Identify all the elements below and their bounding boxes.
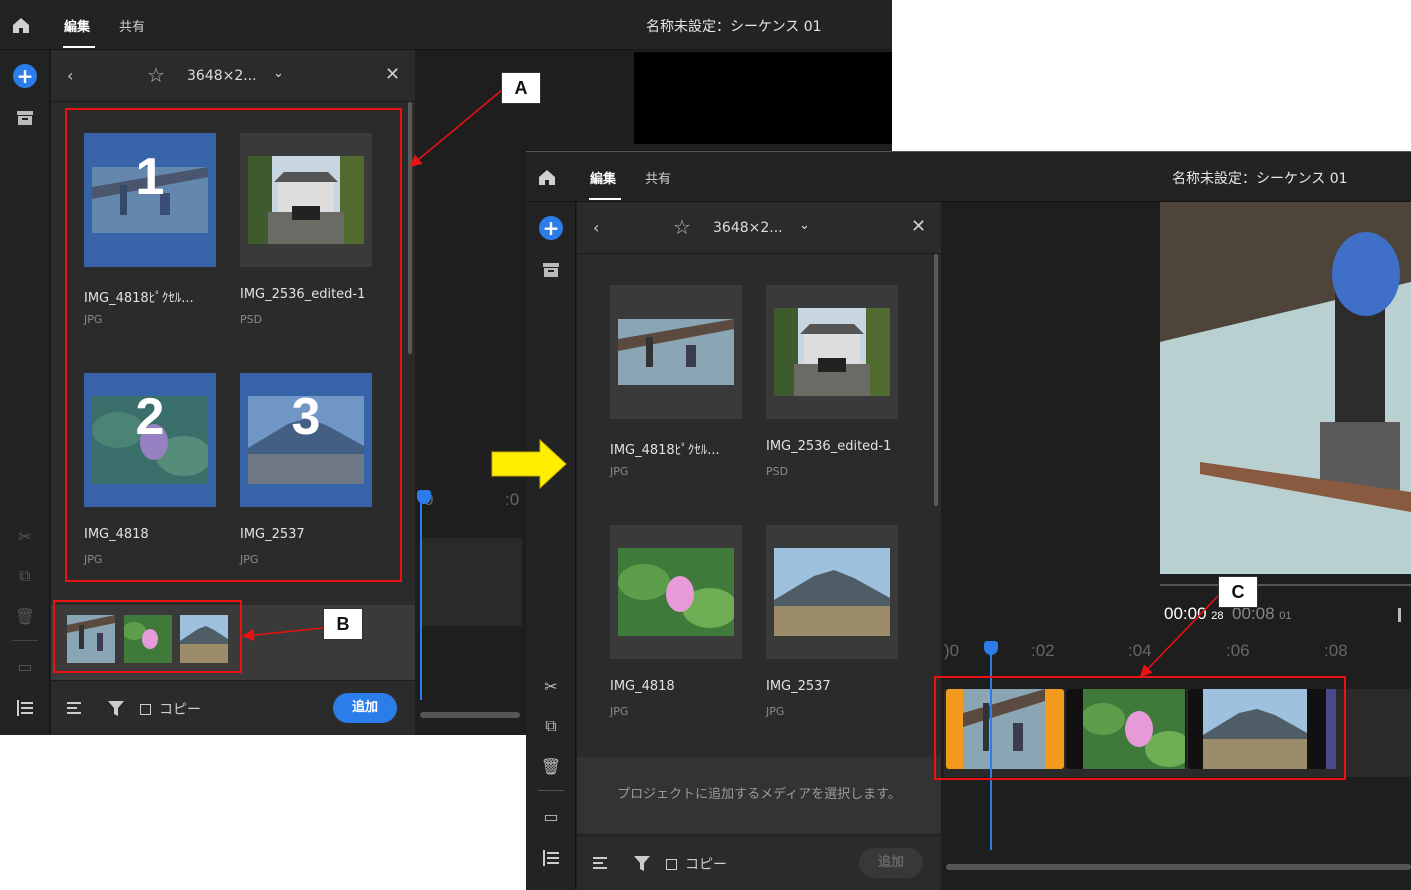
transition-arrow (491, 438, 567, 490)
callout-b: B (323, 608, 363, 640)
callout-a: A (501, 72, 541, 104)
annotation-lines (242, 89, 1219, 678)
callout-c: C (1218, 576, 1258, 608)
